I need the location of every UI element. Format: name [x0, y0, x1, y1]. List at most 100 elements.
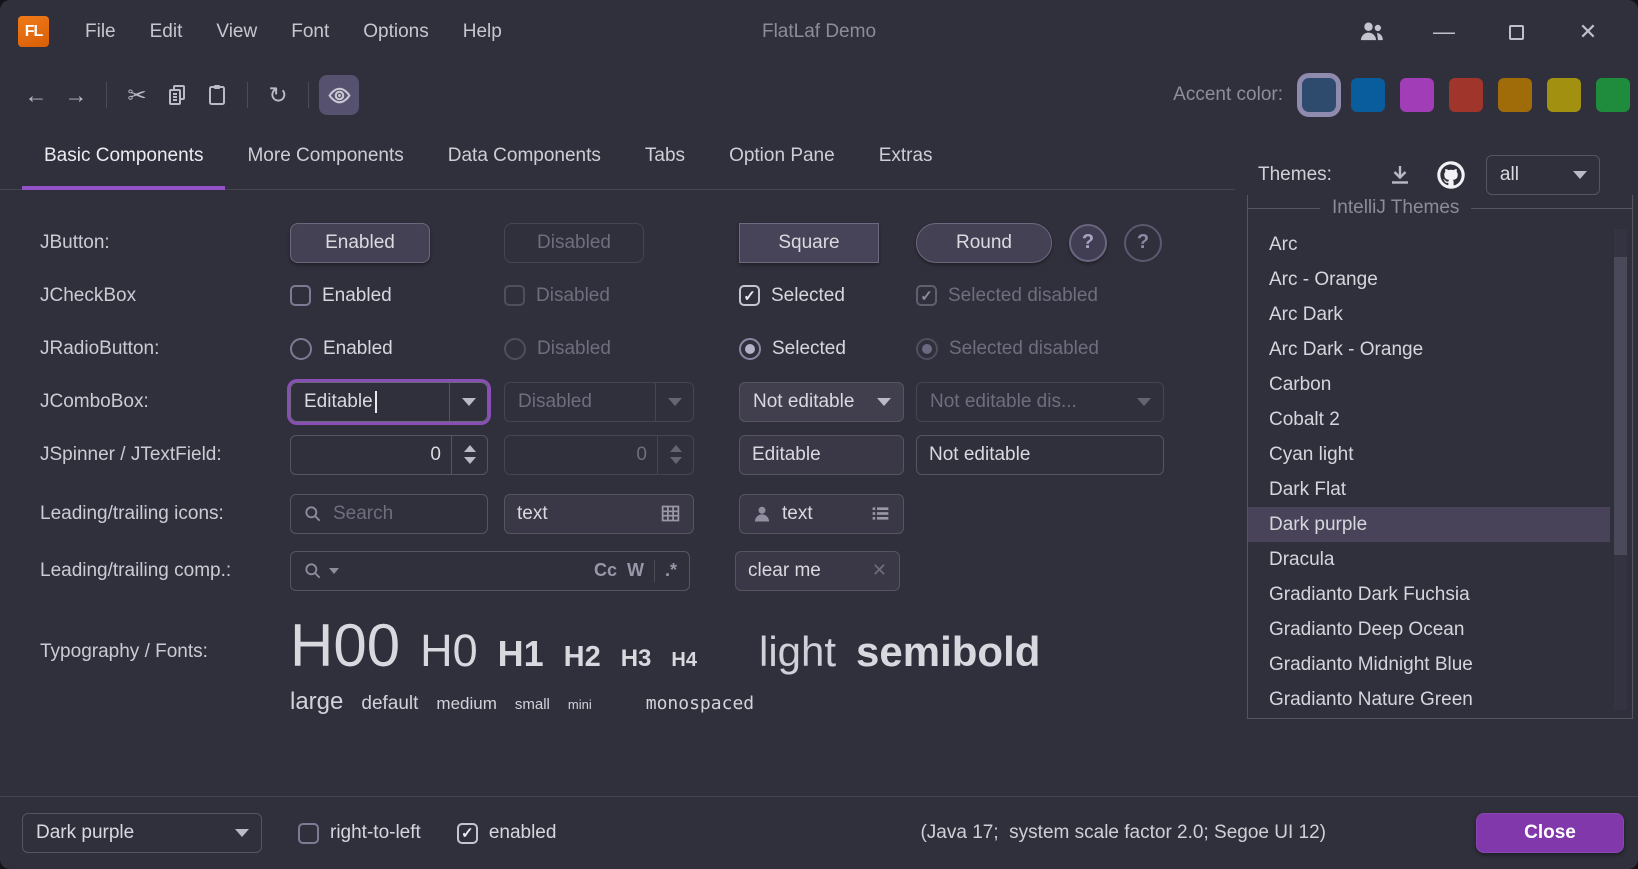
search-placeholder: Search	[333, 503, 393, 525]
leading-trailing-icons-row: Leading/trailing icons: Search text	[0, 487, 1235, 540]
users-button[interactable]	[1336, 0, 1408, 64]
accent-swatch-orange[interactable]	[1498, 78, 1532, 112]
jspinner-row: JSpinner / JTextField: 0 0 Editable	[0, 428, 1235, 481]
accent-swatch-green[interactable]	[1596, 78, 1630, 112]
close-window-button[interactable]: ✕	[1552, 0, 1624, 64]
spinner-buttons[interactable]	[451, 436, 487, 474]
menu-font[interactable]: Font	[274, 0, 346, 64]
typography-row: Typography / Fonts: H00 H0 H1 H2 H3 H4 l…	[0, 611, 1235, 716]
menu-view[interactable]: View	[199, 0, 274, 64]
themes-scrollbar-thumb[interactable]	[1614, 257, 1627, 555]
tab-data-components[interactable]: Data Components	[426, 126, 623, 189]
refresh-button[interactable]: ↻	[258, 75, 298, 115]
list-icon[interactable]	[870, 503, 891, 524]
whole-word-button[interactable]: W	[627, 560, 644, 581]
theme-item[interactable]: Arc Dark	[1248, 297, 1632, 332]
accent-swatch-default[interactable]	[1302, 78, 1336, 112]
accent-swatch-blue[interactable]	[1351, 78, 1385, 112]
accent-swatch-purple[interactable]	[1400, 78, 1434, 112]
cut-button[interactable]: ✂	[117, 75, 157, 115]
theme-item[interactable]: Arc Dark - Orange	[1248, 332, 1632, 367]
show-hidden-toggle[interactable]	[319, 75, 359, 115]
combobox-editable[interactable]: Editable	[290, 382, 488, 422]
small-sample: small	[515, 696, 550, 713]
combobox-not-editable[interactable]: Not editable	[739, 382, 904, 422]
enabled-checkbox[interactable]: enabled	[457, 822, 557, 844]
help-button[interactable]: ?	[1069, 224, 1107, 262]
github-button[interactable]	[1436, 160, 1466, 190]
theme-item[interactable]: Cyan light	[1248, 437, 1632, 472]
minimize-button[interactable]: —	[1408, 0, 1480, 64]
checkbox-selected-disabled: Selected disabled	[916, 285, 1098, 307]
table-icon[interactable]	[660, 503, 681, 524]
leading-comp-label: Leading/trailing comp.:	[0, 560, 290, 582]
search-field[interactable]: Search	[290, 494, 488, 534]
clear-icon[interactable]: ✕	[872, 560, 887, 581]
textfield-editable[interactable]: Editable	[739, 435, 904, 475]
tab-basic-components[interactable]: Basic Components	[22, 126, 225, 189]
theme-select-combo[interactable]: Dark purple	[22, 813, 262, 853]
search-menu-arrow-icon[interactable]	[329, 568, 339, 574]
combobox-arrow[interactable]	[1561, 156, 1599, 194]
enabled-button[interactable]: Enabled	[290, 223, 430, 263]
theme-item-selected[interactable]: Dark purple	[1248, 507, 1610, 542]
forward-icon: →	[65, 82, 88, 109]
accent-swatch-yellow[interactable]	[1547, 78, 1581, 112]
forward-button[interactable]: →	[56, 75, 96, 115]
menu-options[interactable]: Options	[346, 0, 445, 64]
app-window: FL File Edit View Font Options Help Flat…	[0, 0, 1638, 869]
rtl-checkbox[interactable]: right-to-left	[298, 822, 421, 844]
checkbox-enabled[interactable]: Enabled	[290, 285, 392, 307]
text-field-user-list[interactable]: text	[739, 494, 904, 534]
match-case-button[interactable]: Cc	[594, 560, 617, 581]
search-icon	[303, 504, 323, 524]
square-button[interactable]: Square	[739, 223, 879, 263]
search-with-options-field[interactable]: Cc W .*	[290, 551, 690, 591]
theme-item[interactable]: Arc - Orange	[1248, 262, 1632, 297]
theme-item[interactable]: Dracula	[1248, 542, 1632, 577]
close-button[interactable]: Close	[1476, 813, 1624, 853]
tab-option-pane[interactable]: Option Pane	[707, 126, 857, 189]
text-field-table[interactable]: text	[504, 494, 694, 534]
theme-item[interactable]: Gradianto Midnight Blue	[1248, 647, 1632, 682]
default-sample: default	[361, 693, 418, 715]
textfield-not-editable: Not editable	[916, 435, 1164, 475]
menu-edit[interactable]: Edit	[133, 0, 200, 64]
theme-item[interactable]: Dark Flat	[1248, 472, 1632, 507]
combobox-arrow[interactable]	[865, 383, 903, 421]
theme-item[interactable]: Gradianto Dark Fuchsia	[1248, 577, 1632, 612]
regex-button[interactable]: .*	[665, 560, 677, 581]
menu-file[interactable]: File	[68, 0, 133, 64]
themes-header: Themes: all	[1247, 155, 1633, 195]
maximize-button[interactable]	[1480, 0, 1552, 64]
radio-selected[interactable]: Selected	[739, 338, 846, 360]
theme-item[interactable]: Arc	[1248, 227, 1632, 262]
tab-tabs[interactable]: Tabs	[623, 126, 707, 189]
spinner[interactable]: 0	[290, 435, 488, 475]
jbutton-label: JButton:	[0, 232, 290, 254]
copy-button[interactable]	[157, 75, 197, 115]
checkbox-selected[interactable]: Selected	[739, 285, 845, 307]
theme-item[interactable]: Carbon	[1248, 367, 1632, 402]
theme-item[interactable]: Gradianto Deep Ocean	[1248, 612, 1632, 647]
checkbox-checked-icon	[457, 823, 478, 844]
theme-item[interactable]: Gradianto Nature Green	[1248, 682, 1632, 717]
search-icon[interactable]	[303, 561, 323, 581]
menu-help[interactable]: Help	[446, 0, 519, 64]
theme-item[interactable]: Cobalt 2	[1248, 402, 1632, 437]
help-button-flat[interactable]: ?	[1124, 224, 1162, 262]
toolbar-separator	[308, 82, 309, 108]
combobox-arrow[interactable]	[449, 383, 487, 421]
radio-enabled[interactable]: Enabled	[290, 338, 393, 360]
download-themes-button[interactable]	[1388, 163, 1412, 187]
tab-extras[interactable]: Extras	[857, 126, 955, 189]
accent-swatch-red[interactable]	[1449, 78, 1483, 112]
combobox-arrow[interactable]	[223, 814, 261, 852]
tab-more-components[interactable]: More Components	[225, 126, 425, 189]
clear-me-field[interactable]: clear me ✕	[735, 551, 900, 591]
round-button[interactable]: Round	[916, 223, 1052, 263]
paste-button[interactable]	[197, 75, 237, 115]
themes-filter-combo[interactable]: all	[1486, 155, 1600, 195]
back-button[interactable]: ←	[16, 75, 56, 115]
cut-icon: ✂	[127, 82, 146, 109]
